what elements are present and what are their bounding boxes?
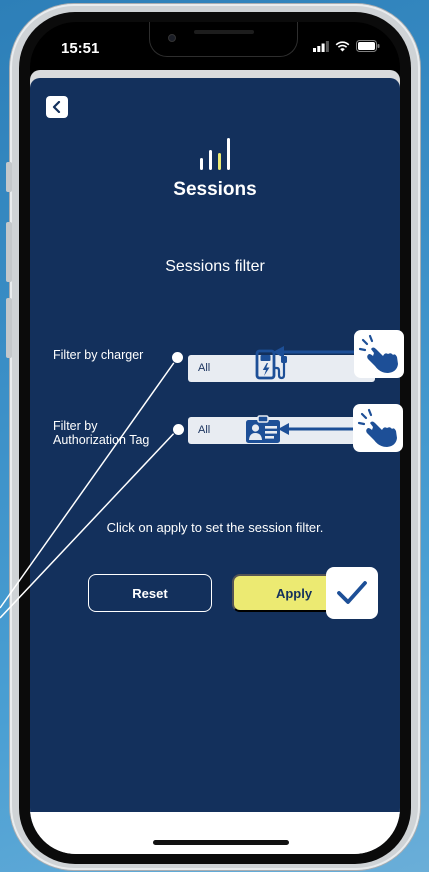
auth-filter-label: Filter by Authorization Tag (53, 419, 149, 447)
pointer-dot-charger (171, 351, 184, 364)
apply-hint: Click on apply to set the session filter… (106, 520, 324, 535)
filter-title: Sessions filter (165, 258, 265, 275)
sessions-screen: Sessions Sessions filter Filter by charg… (30, 78, 400, 830)
status-time: 15:51 (61, 40, 100, 57)
battery-icon (356, 40, 380, 52)
tap-hint-auth (353, 404, 403, 452)
bottom-safe-area (30, 812, 400, 854)
home-indicator (153, 840, 289, 845)
auth-filter-select[interactable]: All (188, 415, 375, 444)
charger-filter-value: All (198, 362, 211, 374)
notch (149, 22, 298, 57)
pointer-dot-auth (172, 423, 185, 436)
checkmark-icon (337, 581, 367, 604)
status-bar: 15:51 (30, 22, 400, 72)
phone-volume-down (6, 298, 12, 358)
ev-charger-icon (255, 349, 287, 380)
phone-mute-switch (6, 162, 12, 192)
camera-icon (168, 34, 176, 42)
phone-volume-up (6, 222, 12, 282)
apply-check-tile (326, 567, 378, 619)
tap-hint-charger (354, 330, 404, 378)
tap-hand-icon (357, 408, 397, 447)
signal-icon (313, 40, 329, 52)
charger-filter-select[interactable]: All (188, 349, 375, 382)
status-icons (313, 40, 380, 52)
phone-screen: 15:51 Sessions Sessions filter Filter by… (30, 22, 400, 854)
auth-filter-label-line2: Authorization Tag (53, 433, 150, 447)
chevron-left-icon (52, 101, 61, 113)
auth-filter-label-line1: Filter by (53, 419, 98, 433)
id-card-icon (246, 415, 280, 443)
back-button[interactable] (46, 96, 68, 118)
tap-hand-icon (358, 334, 398, 373)
bar-chart-icon (200, 138, 230, 170)
auth-filter-value: All (198, 424, 211, 436)
app-title: Sessions (173, 179, 257, 200)
wifi-icon (335, 40, 350, 51)
reset-button[interactable]: Reset (88, 574, 212, 612)
app-logo: Sessions (30, 136, 400, 201)
charger-filter-label: Filter by charger (53, 348, 144, 362)
speaker-grille (194, 30, 254, 34)
